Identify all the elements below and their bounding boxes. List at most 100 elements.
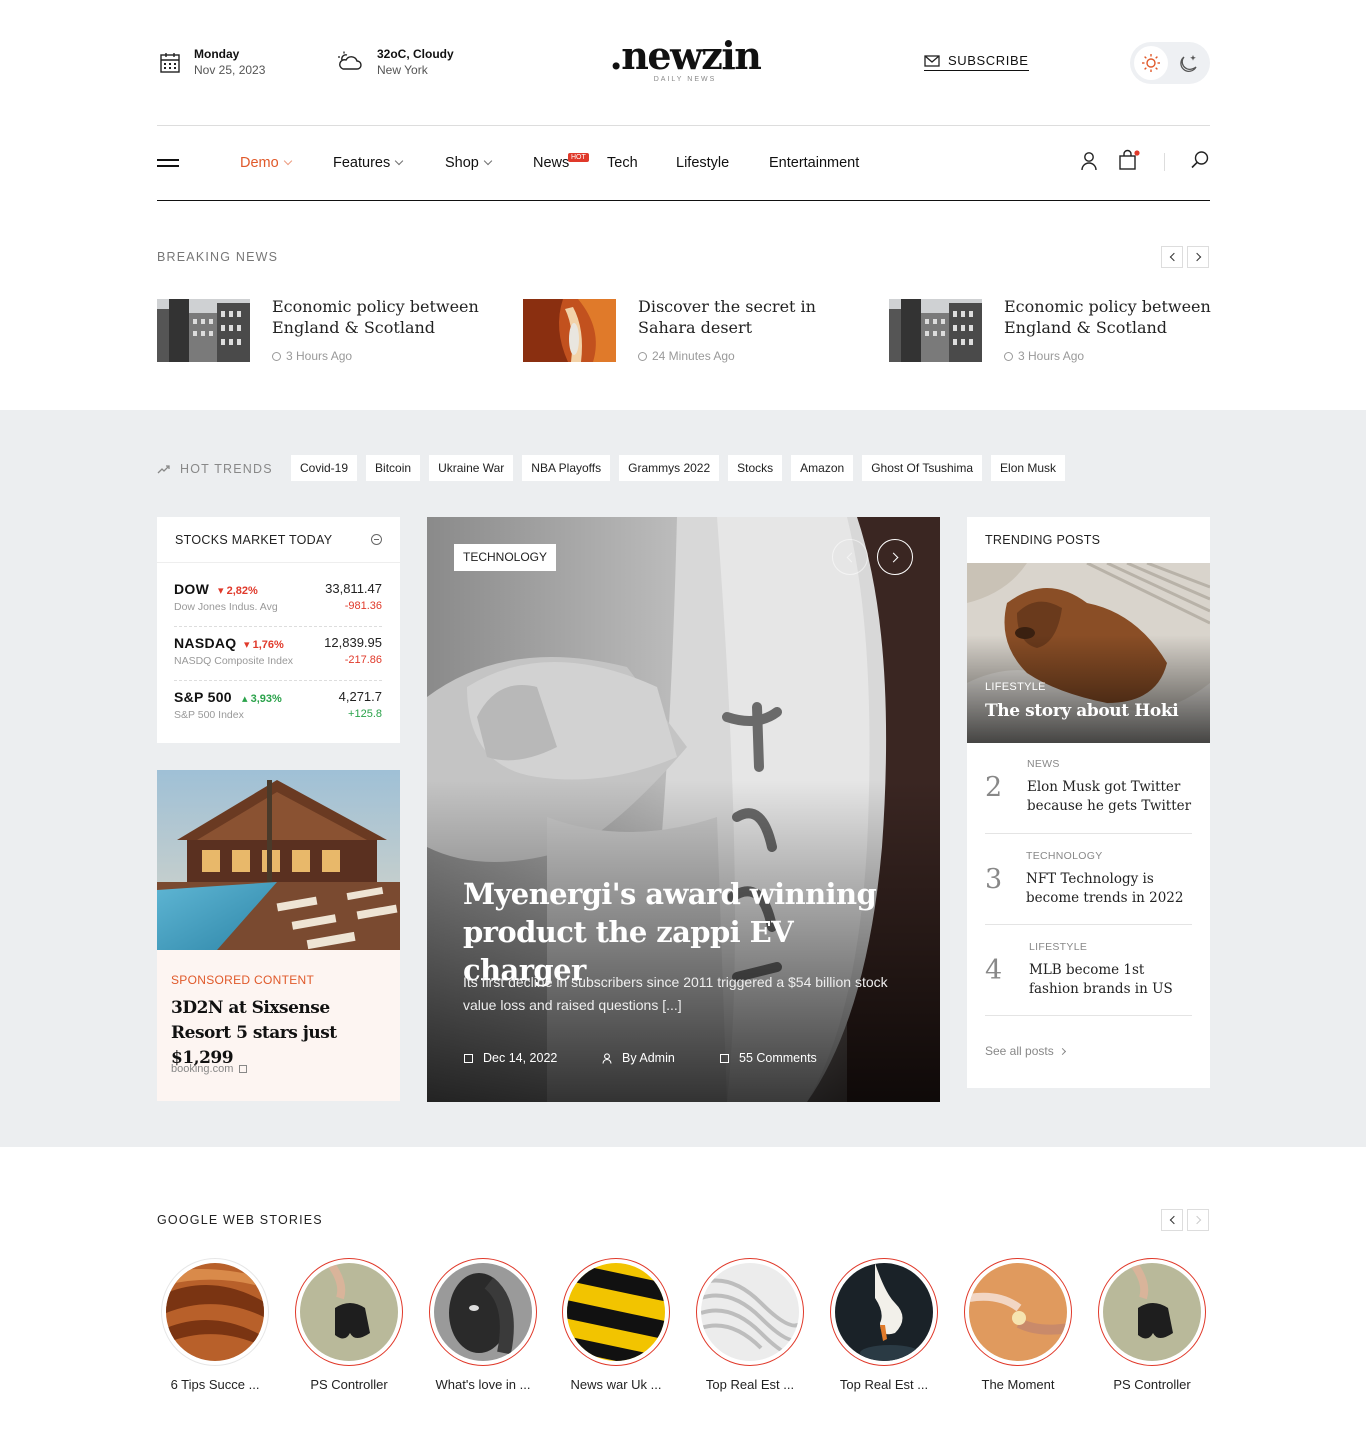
story-caption: Top Real Est ... — [705, 1377, 795, 1392]
nav-item-shop[interactable]: Shop — [445, 155, 493, 171]
sponsored-source[interactable]: booking.com — [171, 1063, 248, 1075]
nav-item-features[interactable]: Features — [333, 155, 404, 171]
nav-item-lifestyle[interactable]: Lifestyle — [676, 155, 729, 171]
menu-icon[interactable] — [157, 159, 179, 171]
chevron-down-icon — [394, 156, 404, 166]
subscribe-link[interactable]: SUBSCRIBE — [924, 53, 1029, 71]
trend-chip[interactable]: Elon Musk — [991, 455, 1066, 481]
breaking-news-headline[interactable]: Economic policy between England & Scotla… — [272, 296, 487, 338]
web-story[interactable]: 6 Tips Succe ... — [148, 1258, 282, 1392]
nav-item-demo[interactable]: Demo — [240, 155, 292, 171]
trending-rank: 4 — [985, 955, 1003, 986]
stock-row[interactable]: NASDAQ ▾ 1,76% NASDQ Composite Index 12,… — [174, 635, 382, 679]
trending-rank: 2 — [985, 772, 1003, 803]
sponsored-title[interactable]: 3D2N at Sixsense Resort 5 stars just $1,… — [171, 996, 386, 1071]
trend-chip[interactable]: NBA Playoffs — [522, 455, 611, 481]
stock-name: DOW — [174, 581, 210, 597]
nav-item-news[interactable]: News HOT — [533, 153, 589, 171]
chevron-right-icon — [1058, 1047, 1066, 1055]
story-ring — [161, 1258, 269, 1366]
stock-value: 33,811.47 — [325, 581, 382, 596]
stock-name: NASDAQ — [174, 635, 237, 651]
story-thumbnail — [300, 1263, 398, 1361]
chevron-left-icon — [1169, 252, 1178, 262]
web-story[interactable]: Top Real Est ... — [683, 1258, 817, 1392]
web-story[interactable]: PS Controller — [282, 1258, 416, 1392]
nav-label: Tech — [607, 155, 638, 171]
author-label: By Admin — [622, 1051, 675, 1065]
user-icon — [602, 1052, 612, 1064]
web-story[interactable]: News war Uk ... — [549, 1258, 683, 1392]
see-all-posts-link[interactable]: See all posts — [985, 1044, 1066, 1058]
source-label: booking.com — [171, 1063, 234, 1075]
trending-widget: TRENDING POSTS LIFESTYLE The story about… — [967, 517, 1210, 1088]
minus-circle-icon[interactable] — [371, 534, 382, 545]
nav-item-tech[interactable]: Tech — [607, 155, 638, 171]
breaking-news-item[interactable]: Economic policy between England & Scotla… — [157, 296, 487, 363]
stock-pct-value: 2,82% — [226, 585, 258, 597]
breaking-news-time: 3 Hours Ago — [272, 349, 352, 363]
stock-pct-value: 1,76% — [252, 639, 284, 651]
trending-feature-title[interactable]: The story about Hoki — [985, 701, 1179, 721]
sponsored-card[interactable]: SPONSORED CONTENT 3D2N at Sixsense Resor… — [157, 770, 400, 1101]
weather-city: New York — [377, 63, 428, 77]
nav-label: Lifestyle — [676, 155, 730, 171]
trending-category: NEWS — [1027, 758, 1060, 770]
search-icon[interactable] — [1190, 150, 1210, 170]
next-button[interactable] — [1187, 1209, 1209, 1231]
trending-divider — [985, 924, 1192, 925]
cart-icon[interactable] — [1118, 149, 1140, 171]
trending-category: LIFESTYLE — [1029, 941, 1088, 953]
web-story[interactable]: The Moment — [951, 1258, 1085, 1392]
breaking-news-headline[interactable]: Economic policy between England & Scotla… — [1004, 296, 1219, 338]
hero-next-button[interactable] — [877, 539, 913, 575]
hot-trends-label: HOT TRENDS — [157, 462, 273, 476]
prev-button[interactable] — [1161, 246, 1183, 268]
hero-comments[interactable]: 55 Comments — [720, 1051, 817, 1065]
site-logo[interactable]: .newzin DAILY NEWS — [600, 34, 770, 84]
trend-chip[interactable]: Amazon — [791, 455, 854, 481]
hero-prev-button[interactable] — [832, 539, 868, 575]
trending-item[interactable]: 4 LIFESTYLE MLB become 1st fashion brand… — [985, 941, 1192, 1031]
trend-chip[interactable]: Ghost Of Tsushima — [862, 455, 983, 481]
light-mode-button[interactable] — [1134, 46, 1168, 80]
prev-button[interactable] — [1161, 1209, 1183, 1231]
story-caption: News war Uk ... — [570, 1377, 662, 1392]
nav-item-entertainment[interactable]: Entertainment — [769, 155, 859, 171]
stock-row[interactable]: DOW ▾ 2,82% Dow Jones Indus. Avg 33,811.… — [174, 581, 382, 625]
trending-headline[interactable]: MLB become 1st fashion brands in US — [1029, 961, 1192, 999]
breaking-news-headline[interactable]: Discover the secret in Sahara desert — [638, 296, 853, 338]
trending-item[interactable]: 3 TECHNOLOGY NFT Technology is become tr… — [985, 850, 1192, 940]
web-story[interactable]: PS Controller — [1085, 1258, 1219, 1392]
stock-divider — [174, 680, 382, 681]
chevron-left-icon — [1169, 1215, 1178, 1225]
breaking-news-item[interactable]: Discover the secret in Sahara desert 24 … — [523, 296, 853, 363]
main-nav: Demo Features Shop News HOT Tech Lifesty… — [157, 145, 1210, 185]
see-all-label: See all posts — [985, 1044, 1054, 1058]
trending-headline[interactable]: NFT Technology is become trends in 2022 — [1026, 870, 1192, 908]
trend-chip[interactable]: Stocks — [728, 455, 783, 481]
trend-chip[interactable]: Ukraine War — [429, 455, 514, 481]
clock-icon — [1004, 351, 1013, 361]
theme-toggle[interactable] — [1130, 42, 1210, 84]
stock-row[interactable]: S&P 500 ▴ 3,93% S&P 500 Index 4,271.7 +1… — [174, 689, 382, 733]
trend-chip[interactable]: Covid-19 — [291, 455, 358, 481]
hero-category[interactable]: TECHNOLOGY — [454, 544, 557, 571]
hero-article[interactable]: TECHNOLOGY Myenergi's award winning prod… — [427, 517, 940, 1102]
trend-chip[interactable]: Bitcoin — [366, 455, 421, 481]
date-label: Dec 14, 2022 — [483, 1051, 558, 1065]
nav-divider-line — [157, 200, 1210, 201]
trending-item[interactable]: 2 NEWS Elon Musk got Twitter because he … — [985, 758, 1192, 848]
story-thumbnail — [567, 1263, 665, 1361]
hero-author[interactable]: By Admin — [602, 1051, 675, 1065]
web-story[interactable]: What's love in ... — [416, 1258, 550, 1392]
trending-feature[interactable]: LIFESTYLE The story about Hoki — [967, 563, 1210, 743]
trend-chip[interactable]: Grammys 2022 — [619, 455, 720, 481]
web-story[interactable]: Top Real Est ... — [817, 1258, 951, 1392]
user-icon[interactable] — [1080, 151, 1098, 171]
trending-headline[interactable]: Elon Musk got Twitter because he gets Tw… — [1027, 778, 1192, 816]
breaking-news-item[interactable]: Economic policy between England & Scotla… — [889, 296, 1219, 363]
next-button[interactable] — [1187, 246, 1209, 268]
moon-icon[interactable] — [1178, 52, 1200, 74]
chevron-right-icon — [1192, 1215, 1201, 1225]
